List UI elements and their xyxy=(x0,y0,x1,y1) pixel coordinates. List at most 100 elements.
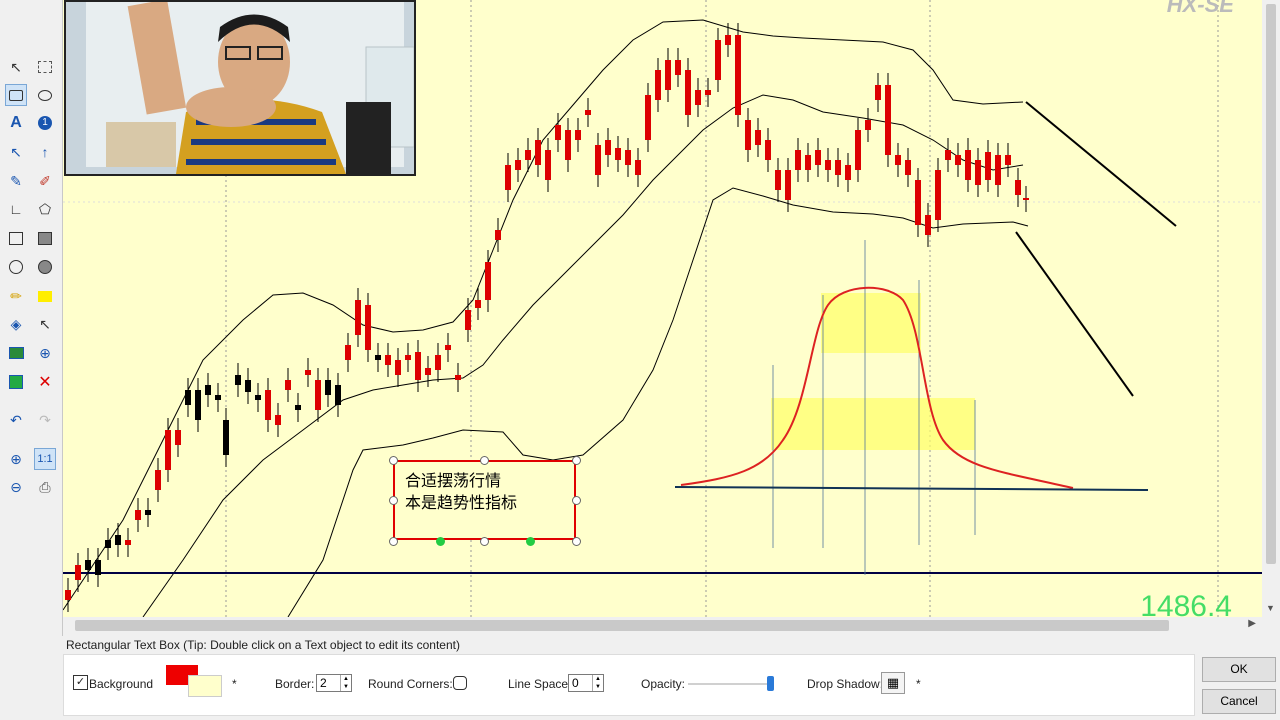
one-to-one-label[interactable]: 1:1 xyxy=(34,448,56,470)
resize-handle[interactable] xyxy=(572,496,581,505)
resize-handle[interactable] xyxy=(389,537,398,546)
candle-body xyxy=(625,150,631,165)
candle-body xyxy=(165,430,171,470)
candle-body xyxy=(435,355,441,370)
yellow-fill-icon[interactable] xyxy=(34,285,56,307)
stepper-arrows-icon[interactable]: ▲ ▼ xyxy=(592,675,603,691)
drop-shadow-grid-icon[interactable]: ▦ xyxy=(881,672,905,694)
candle-body xyxy=(75,565,81,580)
circle-icon[interactable] xyxy=(5,256,27,278)
border-stepper[interactable]: 2 ▲ ▼ xyxy=(316,674,352,692)
callout-oval-icon[interactable] xyxy=(34,84,56,106)
resize-handle[interactable] xyxy=(572,537,581,546)
opacity-slider-thumb[interactable] xyxy=(767,676,774,691)
candle-body xyxy=(795,150,801,170)
resize-handle[interactable] xyxy=(389,496,398,505)
scroll-right-icon[interactable]: ▶ xyxy=(1248,618,1256,629)
highlighter-icon[interactable]: ✏ xyxy=(5,285,27,307)
candle-body xyxy=(105,540,111,548)
candle-body xyxy=(175,430,181,445)
candle-body xyxy=(745,120,751,150)
color-asterisk: * xyxy=(232,677,237,691)
horizontal-scroll-thumb[interactable] xyxy=(75,620,1169,631)
thick-arrow-icon[interactable]: ↑ xyxy=(34,141,56,163)
filled-rect-icon[interactable] xyxy=(34,227,56,249)
candle-body xyxy=(815,150,821,165)
image-icon[interactable] xyxy=(5,342,27,364)
zoom-in-icon[interactable]: ⊕ xyxy=(5,448,27,470)
paint-bucket-icon[interactable]: ◈ xyxy=(5,313,27,335)
price-readout: 1486.4 xyxy=(1140,590,1232,617)
horizontal-scrollbar[interactable]: ▶ xyxy=(63,617,1262,634)
candle-body xyxy=(835,160,841,175)
cancel-button[interactable]: Cancel xyxy=(1202,689,1276,714)
border-value: 2 xyxy=(320,676,327,690)
line-space-stepper[interactable]: 0 ▲ ▼ xyxy=(568,674,604,692)
rect-icon[interactable] xyxy=(5,227,27,249)
candle-body xyxy=(555,125,561,140)
connector-handle[interactable] xyxy=(436,537,445,546)
candle-body xyxy=(775,170,781,190)
round-corners-toggle[interactable] xyxy=(453,676,467,690)
ok-button[interactable]: OK xyxy=(1202,657,1276,682)
zoom-out-icon[interactable]: ⊖ xyxy=(5,476,27,498)
scroll-down-icon[interactable]: ▼ xyxy=(1266,603,1275,613)
pointer-icon[interactable]: ↖ xyxy=(5,56,27,78)
vertical-scrollbar[interactable]: ▼ xyxy=(1262,0,1280,617)
resize-handle[interactable] xyxy=(389,456,398,465)
candle-body xyxy=(915,180,921,225)
candle-body xyxy=(445,345,451,350)
print-icon[interactable]: ⎙ xyxy=(34,476,56,498)
connector-handle[interactable] xyxy=(526,537,535,546)
callout-rect-icon[interactable] xyxy=(5,84,27,106)
crosshair-icon[interactable]: ⊕ xyxy=(34,342,56,364)
candle-body xyxy=(365,305,371,350)
redo-icon[interactable]: ↷ xyxy=(34,409,56,431)
delete-icon[interactable]: ✕ xyxy=(34,371,56,393)
candle-body xyxy=(935,170,941,220)
candle-body xyxy=(475,300,481,308)
resize-handle[interactable] xyxy=(572,456,581,465)
arrow-icon[interactable]: ↖ xyxy=(5,141,27,163)
rectangular-text-box[interactable]: 合适摆荡行情 本是趋势性指标 xyxy=(393,460,576,540)
opacity-slider[interactable] xyxy=(688,676,774,691)
candle-body xyxy=(945,150,951,160)
stepper-arrows-icon[interactable]: ▲ ▼ xyxy=(340,675,351,691)
numbered-label-icon[interactable]: 1 xyxy=(34,112,56,134)
candle-body xyxy=(275,415,281,425)
select-rect-icon[interactable] xyxy=(34,56,56,78)
polygon-icon[interactable]: ⬠ xyxy=(34,198,56,220)
resize-handle[interactable] xyxy=(480,456,489,465)
green-square-icon[interactable] xyxy=(5,371,27,393)
pointer-plus-icon[interactable]: ↖ xyxy=(34,313,56,335)
background-checkbox[interactable]: ✓ xyxy=(73,675,88,690)
candle-body xyxy=(85,560,91,570)
undo-icon[interactable]: ↶ xyxy=(5,409,27,431)
candle-body xyxy=(465,310,471,330)
text-box-line-2: 本是趋势性指标 xyxy=(405,493,518,512)
candle-body xyxy=(285,380,291,390)
candle-body xyxy=(995,155,1001,185)
drawing-toolbar: ↖ A 1 ↖ ↑ ✎ ✐ ∟ ⬠ ✏ ◈ ↖ ⊕ ✕ ↶ ↷ ⊕ 1:1 ⊖ … xyxy=(0,0,63,636)
eraser-icon[interactable]: ✐ xyxy=(34,170,56,192)
candle-body xyxy=(535,140,541,165)
candle-body xyxy=(245,380,251,392)
text-icon[interactable]: A xyxy=(5,112,27,134)
trend-line-lower xyxy=(1015,231,1134,397)
candle-body xyxy=(865,120,871,130)
candle-body xyxy=(735,35,741,115)
filled-circle-icon[interactable] xyxy=(34,256,56,278)
candle-body xyxy=(635,160,641,175)
candle-body xyxy=(545,150,551,180)
angle-icon[interactable]: ∟ xyxy=(5,198,27,220)
status-bar: Rectangular Text Box (Tip: Double click … xyxy=(66,638,460,652)
vertical-scroll-thumb[interactable] xyxy=(1266,4,1276,564)
candle-body xyxy=(95,560,101,575)
fill-color-swatch[interactable] xyxy=(188,675,222,697)
pen-icon[interactable]: ✎ xyxy=(5,170,27,192)
candle-body xyxy=(705,90,711,95)
candle-body xyxy=(765,140,771,160)
candle-body xyxy=(675,60,681,75)
candle-body xyxy=(425,368,431,375)
resize-handle[interactable] xyxy=(480,537,489,546)
